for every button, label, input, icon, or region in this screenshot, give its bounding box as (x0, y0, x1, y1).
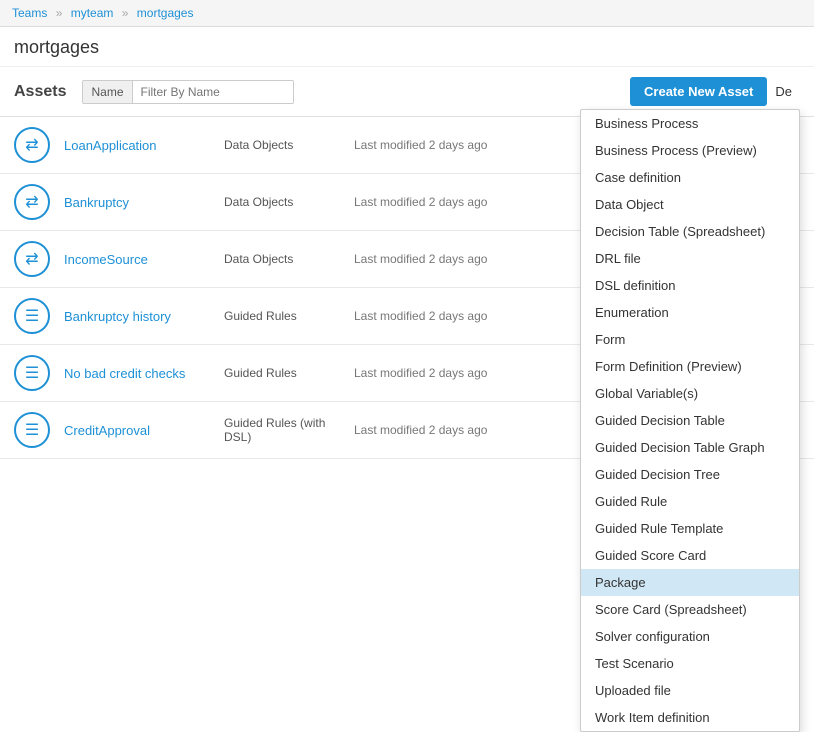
dropdown-item[interactable]: Guided Rule Template (581, 515, 799, 542)
breadcrumb-sep2: » (122, 6, 129, 20)
dropdown-item[interactable]: Score Card (Spreadsheet) (581, 596, 799, 623)
asset-name[interactable]: IncomeSource (64, 252, 224, 267)
create-asset-dropdown: Business ProcessBusiness Process (Previe… (580, 109, 800, 732)
asset-icon: ⇄ (14, 184, 50, 220)
asset-type: Data Objects (224, 195, 354, 209)
dropdown-item[interactable]: DRL file (581, 245, 799, 272)
dropdown-item[interactable]: Form (581, 326, 799, 353)
breadcrumb-sep1: » (56, 6, 63, 20)
asset-type: Guided Rules (224, 366, 354, 380)
create-new-asset-button[interactable]: Create New Asset (630, 77, 767, 106)
page-title: mortgages (0, 27, 814, 67)
asset-type: Guided Rules (224, 309, 354, 323)
filter-input[interactable] (133, 81, 293, 103)
asset-name[interactable]: Bankruptcy (64, 195, 224, 210)
asset-type: Data Objects (224, 252, 354, 266)
dropdown-item[interactable]: Enumeration (581, 299, 799, 326)
dropdown-item[interactable]: Decision Table (Spreadsheet) (581, 218, 799, 245)
asset-type: Guided Rules (with DSL) (224, 416, 354, 444)
dropdown-item[interactable]: Business Process (Preview) (581, 137, 799, 164)
breadcrumb-myteam[interactable]: myteam (71, 6, 114, 20)
asset-icon: ☰ (14, 355, 50, 391)
dropdown-item[interactable]: Guided Decision Table (581, 407, 799, 434)
filter-label: Name (83, 81, 132, 103)
dropdown-item[interactable]: Solver configuration (581, 623, 799, 650)
asset-type: Data Objects (224, 138, 354, 152)
dropdown-item[interactable]: Business Process (581, 110, 799, 137)
dropdown-item[interactable]: Global Variable(s) (581, 380, 799, 407)
dropdown-item[interactable]: DSL definition (581, 272, 799, 299)
asset-name[interactable]: Bankruptcy history (64, 309, 224, 324)
asset-name[interactable]: LoanApplication (64, 138, 224, 153)
dropdown-item[interactable]: Case definition (581, 164, 799, 191)
asset-name[interactable]: No bad credit checks (64, 366, 224, 381)
de-label: De (767, 84, 800, 99)
breadcrumb: Teams » myteam » mortgages (0, 0, 814, 27)
filter-group: Name (82, 80, 293, 104)
assets-label: Assets (14, 83, 66, 101)
dropdown-item[interactable]: Work Item definition (581, 704, 799, 731)
asset-icon: ☰ (14, 412, 50, 448)
dropdown-item[interactable]: Data Object (581, 191, 799, 218)
dropdown-item[interactable]: Test Scenario (581, 650, 799, 677)
dropdown-item[interactable]: Guided Decision Table Graph (581, 434, 799, 461)
dropdown-item[interactable]: Guided Score Card (581, 542, 799, 569)
asset-name[interactable]: CreditApproval (64, 423, 224, 438)
dropdown-item[interactable]: Guided Decision Tree (581, 461, 799, 488)
dropdown-item[interactable]: Form Definition (Preview) (581, 353, 799, 380)
breadcrumb-teams[interactable]: Teams (12, 6, 47, 20)
breadcrumb-mortgages[interactable]: mortgages (137, 6, 194, 20)
dropdown-item[interactable]: Guided Rule (581, 488, 799, 515)
dropdown-item[interactable]: Package (581, 569, 799, 596)
asset-icon: ⇄ (14, 127, 50, 163)
asset-icon: ☰ (14, 298, 50, 334)
asset-icon: ⇄ (14, 241, 50, 277)
